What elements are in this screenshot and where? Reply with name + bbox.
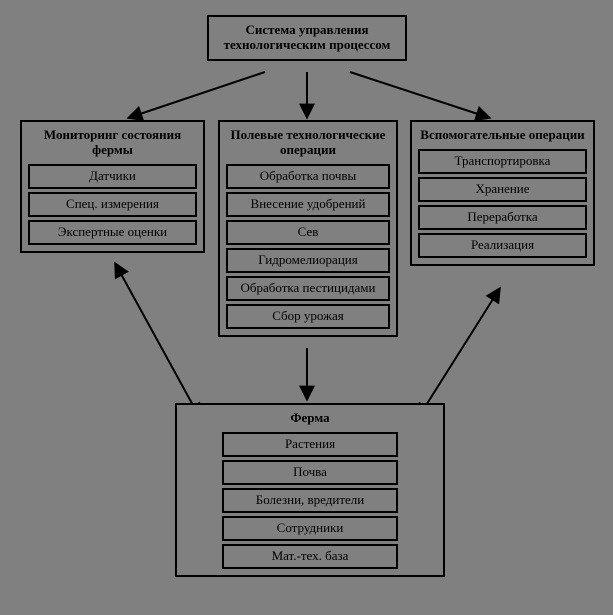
arrow-root-to-auxops bbox=[350, 72, 490, 118]
box-auxops: Вспомогательные операции Транспортировка… bbox=[410, 120, 595, 266]
monitoring-title: Мониторинг состояния фермы bbox=[28, 128, 197, 158]
arrow-auxops-farm bbox=[418, 288, 500, 418]
box-farm: Ферма Растения Почва Болезни, вредители … bbox=[175, 403, 445, 577]
list-item: Спец. измерения bbox=[28, 192, 197, 217]
list-item: Почва bbox=[222, 460, 398, 485]
diagram-canvas: Система управления технологическим проце… bbox=[0, 0, 613, 615]
root-title: Система управления технологическим проце… bbox=[215, 23, 399, 53]
list-item: Сев bbox=[226, 220, 390, 245]
list-item: Болезни, вредители bbox=[222, 488, 398, 513]
list-item: Растения bbox=[222, 432, 398, 457]
arrow-monitoring-farm bbox=[115, 263, 200, 418]
list-item: Обработка почвы bbox=[226, 164, 390, 189]
list-item: Экспертные оценки bbox=[28, 220, 197, 245]
list-item: Мат.-тех. база bbox=[222, 544, 398, 569]
list-item: Датчики bbox=[28, 164, 197, 189]
list-item: Обработка пестицидами bbox=[226, 276, 390, 301]
fieldops-title: Полевые технологические операции bbox=[226, 128, 390, 158]
list-item: Внесение удобрений bbox=[226, 192, 390, 217]
list-item: Переработка bbox=[418, 205, 587, 230]
list-item: Транспортировка bbox=[418, 149, 587, 174]
auxops-title: Вспомогательные операции bbox=[418, 128, 587, 143]
list-item: Хранение bbox=[418, 177, 587, 202]
box-monitoring: Мониторинг состояния фермы Датчики Спец.… bbox=[20, 120, 205, 253]
list-item: Реализация bbox=[418, 233, 587, 258]
box-fieldops: Полевые технологические операции Обработ… bbox=[218, 120, 398, 337]
farm-title: Ферма bbox=[222, 411, 398, 426]
arrow-root-to-monitoring bbox=[128, 72, 265, 118]
list-item: Сбор урожая bbox=[226, 304, 390, 329]
list-item: Сотрудники bbox=[222, 516, 398, 541]
box-root: Система управления технологическим проце… bbox=[207, 15, 407, 61]
list-item: Гидромелиорация bbox=[226, 248, 390, 273]
